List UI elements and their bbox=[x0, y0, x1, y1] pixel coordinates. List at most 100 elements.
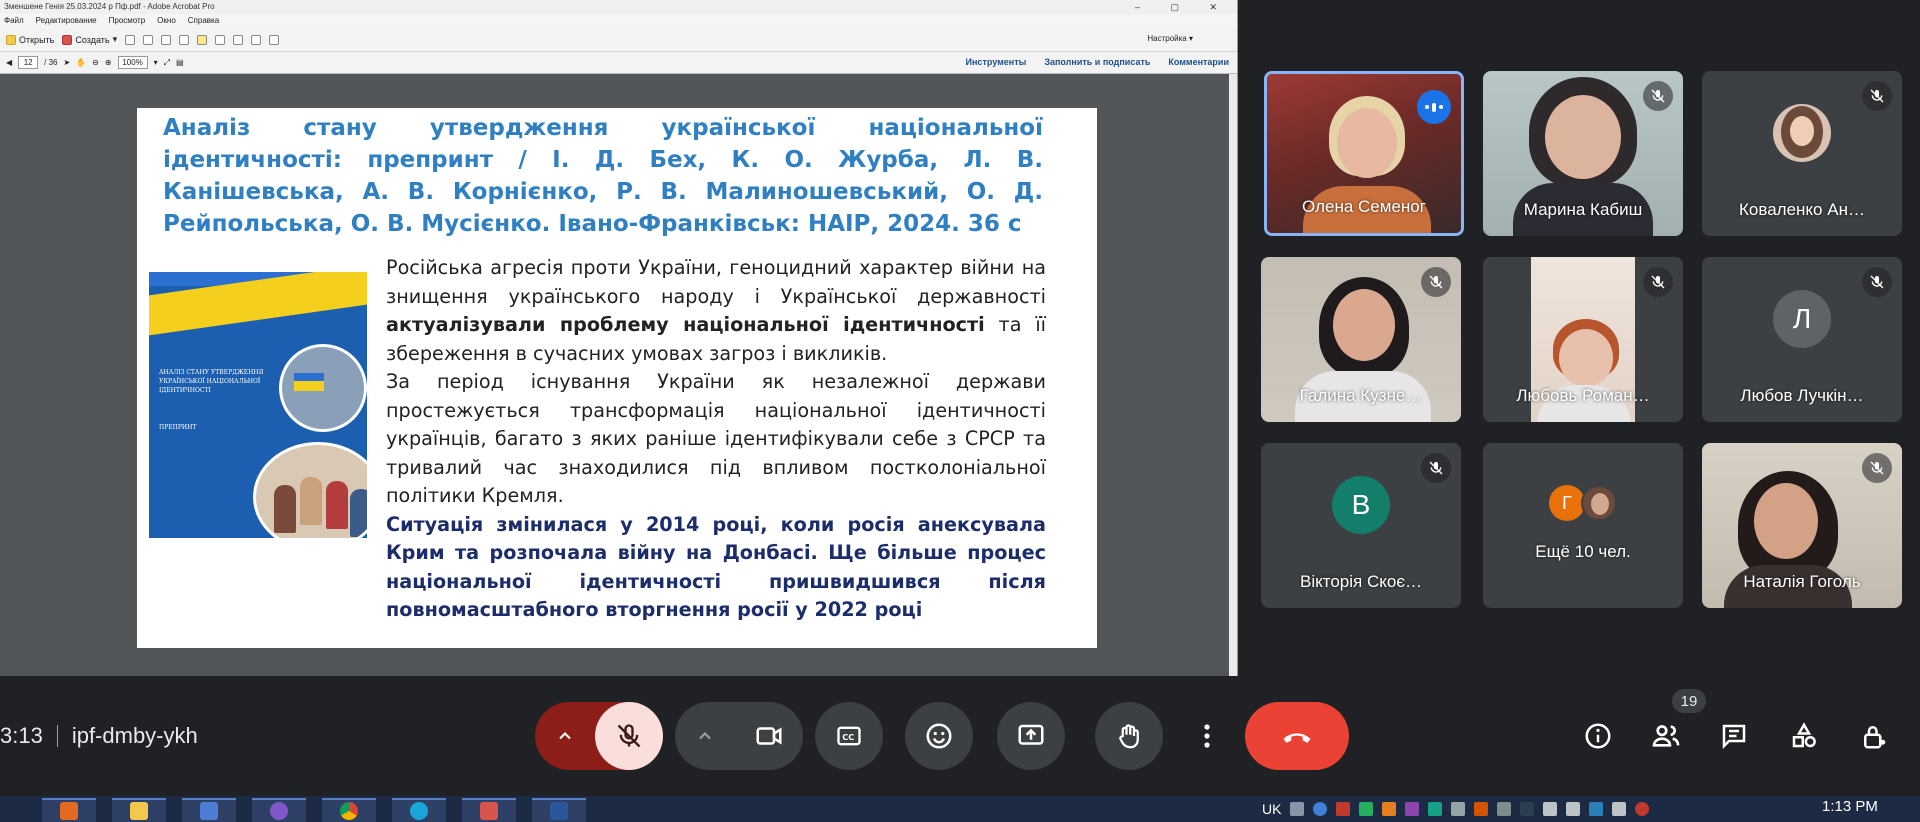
read-mode-icon[interactable]: ▤ bbox=[176, 58, 184, 67]
activities-button[interactable] bbox=[1784, 716, 1824, 756]
page-number-input[interactable]: 12 bbox=[18, 56, 39, 69]
page-total: / 36 bbox=[44, 58, 58, 67]
zoom-out-icon[interactable]: ⊖ bbox=[92, 58, 99, 67]
menu-file[interactable]: Файл bbox=[4, 14, 24, 28]
taskbar-clock[interactable]: 1:13 PM bbox=[1822, 798, 1878, 815]
mic-off-icon bbox=[617, 724, 641, 748]
zoom-in-icon[interactable]: ⊕ bbox=[105, 58, 112, 67]
taskbar-word[interactable] bbox=[532, 798, 586, 822]
tray-app-icon[interactable] bbox=[1451, 802, 1466, 816]
document-icon bbox=[200, 802, 218, 820]
menu-view[interactable]: Просмотр bbox=[109, 14, 146, 28]
menu-edit[interactable]: Редактирование bbox=[36, 14, 97, 28]
camera-toggle-button[interactable] bbox=[735, 702, 803, 770]
fill-sign-link[interactable]: Заполнить и подписать bbox=[1044, 57, 1150, 67]
participant-avatar: Л bbox=[1773, 290, 1831, 348]
save-icon[interactable] bbox=[125, 34, 136, 45]
tray-app-icon[interactable] bbox=[1474, 802, 1489, 816]
present-screen-button[interactable] bbox=[997, 702, 1065, 770]
menu-help[interactable]: Справка bbox=[188, 14, 219, 28]
participant-tile-5[interactable]: Л Любов Лучкін… bbox=[1702, 257, 1902, 422]
participant-tile-0[interactable]: Олена Семеног bbox=[1264, 71, 1464, 236]
participant-tile-1[interactable]: Марина Кабиш bbox=[1483, 71, 1683, 236]
taskbar-word-doc[interactable] bbox=[182, 798, 236, 822]
taskbar-chrome[interactable] bbox=[322, 798, 376, 822]
participant-tile-8[interactable]: Наталія Гоголь bbox=[1702, 443, 1902, 608]
fit-page-icon[interactable]: ⤢ bbox=[164, 58, 170, 68]
participant-tile-6[interactable]: В Вікторія Скоє… bbox=[1261, 443, 1461, 608]
video-options-button[interactable] bbox=[685, 702, 725, 770]
taskbar-viber[interactable] bbox=[252, 798, 306, 822]
mic-toggle-button[interactable] bbox=[595, 702, 663, 770]
tray-app-icon[interactable] bbox=[1359, 802, 1374, 816]
raise-hand-button[interactable] bbox=[1095, 702, 1163, 770]
sign-icon[interactable] bbox=[251, 34, 262, 45]
keyboard-icon[interactable] bbox=[1290, 802, 1305, 816]
mic-off-icon bbox=[1862, 453, 1892, 483]
paragraph-independence: За період існування України як незалежно… bbox=[386, 370, 1046, 507]
cover-title: АНАЛІЗ СТАНУ УТВЕРДЖЕННЯ УКРАЇНСЬКОЇ НАЦ… bbox=[159, 369, 264, 394]
open-button[interactable]: Открыть bbox=[6, 34, 54, 45]
participant-name: Наталія Гоголь bbox=[1743, 572, 1861, 591]
shared-screen-acrobat: Зменшене Генія 25.03.2024 р Пф.pdf - Ado… bbox=[0, 0, 1238, 676]
host-controls-button[interactable] bbox=[1854, 716, 1894, 756]
tray-app-icon[interactable] bbox=[1497, 802, 1512, 816]
mic-off-icon bbox=[1643, 81, 1673, 111]
tools-link[interactable]: Инструменты bbox=[966, 57, 1027, 67]
mic-off-icon bbox=[1643, 267, 1673, 297]
stamp-icon[interactable] bbox=[269, 34, 280, 45]
taskbar-app-c[interactable] bbox=[392, 798, 446, 822]
chat-button[interactable] bbox=[1714, 716, 1754, 756]
battery-icon[interactable] bbox=[1612, 802, 1627, 816]
participant-tile-2[interactable]: Коваленко Ан… bbox=[1702, 71, 1902, 236]
tray-app-icon[interactable] bbox=[1405, 802, 1420, 816]
create-button[interactable]: Создать ▾ bbox=[62, 34, 117, 45]
slide-body-text: Російська агресія проти України, геноцид… bbox=[386, 254, 1046, 625]
participant-tile-4[interactable]: Любовь Роман… bbox=[1483, 257, 1683, 422]
captions-button[interactable]: CC bbox=[815, 702, 883, 770]
comments-link[interactable]: Комментарии bbox=[1168, 57, 1229, 67]
meeting-details-button[interactable] bbox=[1578, 716, 1618, 756]
language-indicator[interactable]: UK bbox=[1262, 801, 1281, 817]
highlight-icon[interactable] bbox=[215, 34, 226, 45]
zoom-input[interactable]: 100% bbox=[117, 56, 148, 69]
participant-tile-3[interactable]: Галина Кузне… bbox=[1261, 257, 1461, 422]
pdf-scrollbar[interactable] bbox=[1229, 74, 1237, 676]
paint-icon bbox=[480, 802, 498, 820]
tray-app-icon[interactable] bbox=[1336, 802, 1351, 816]
tray-app-icon[interactable] bbox=[1520, 802, 1535, 816]
leave-call-button[interactable] bbox=[1245, 702, 1349, 770]
app-c-icon bbox=[410, 802, 428, 820]
taskbar-paint[interactable] bbox=[462, 798, 516, 822]
audio-options-button[interactable] bbox=[545, 702, 585, 770]
select-tool-icon[interactable]: ➤ bbox=[64, 58, 71, 67]
participant-name: Любовь Роман… bbox=[1516, 386, 1650, 405]
settings-icon[interactable] bbox=[179, 34, 190, 45]
chevron-down-icon[interactable]: ▾ bbox=[154, 58, 158, 67]
help-icon[interactable] bbox=[1313, 802, 1328, 816]
cover-photo-students bbox=[253, 442, 367, 538]
email-icon[interactable] bbox=[161, 34, 172, 45]
reactions-button[interactable] bbox=[905, 702, 973, 770]
customize-dropdown[interactable]: Настройка ▾ bbox=[1147, 34, 1193, 43]
taskbar-media-player[interactable] bbox=[42, 798, 96, 822]
people-button[interactable] bbox=[1646, 716, 1686, 756]
prev-page-icon[interactable]: ◀ bbox=[6, 58, 12, 67]
network-icon[interactable] bbox=[1543, 802, 1558, 816]
tray-app-icon[interactable] bbox=[1382, 802, 1397, 816]
more-options-button[interactable] bbox=[1190, 702, 1224, 770]
taskbar-file-explorer[interactable] bbox=[112, 798, 166, 822]
tray-app-icon[interactable] bbox=[1428, 802, 1443, 816]
bluetooth-icon[interactable] bbox=[1589, 802, 1604, 816]
participant-avatar: В bbox=[1332, 476, 1390, 534]
window-controls[interactable]: – ▢ ✕ bbox=[1135, 0, 1231, 14]
hand-tool-icon[interactable]: ✋ bbox=[76, 58, 86, 67]
comment-icon[interactable] bbox=[197, 34, 208, 45]
tray-app-icon[interactable] bbox=[1635, 802, 1650, 816]
participant-tile-more[interactable]: Г Ещё 10 чел. bbox=[1483, 443, 1683, 608]
print-icon[interactable] bbox=[143, 34, 154, 45]
raise-hand-icon bbox=[1119, 724, 1139, 749]
menu-window[interactable]: Окно bbox=[157, 14, 176, 28]
volume-icon[interactable] bbox=[1566, 802, 1581, 816]
share-icon[interactable] bbox=[233, 34, 244, 45]
